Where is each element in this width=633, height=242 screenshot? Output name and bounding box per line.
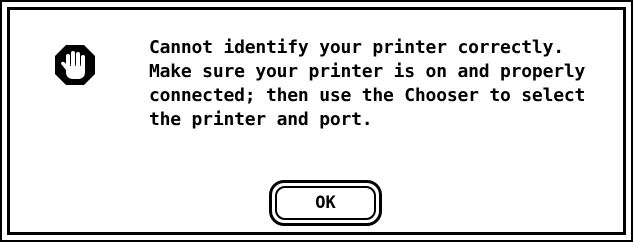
default-button-ring: OK — [269, 180, 382, 226]
alert-message: Cannot identify your printer correctly. … — [149, 36, 619, 132]
stop-hand-icon — [55, 45, 95, 85]
message-line: the printer and port. — [149, 109, 373, 130]
message-line: Cannot identify your printer correctly. — [149, 37, 564, 58]
ok-button[interactable]: OK — [275, 186, 376, 220]
alert-dialog: Cannot identify your printer correctly. … — [0, 0, 633, 242]
message-line: Make sure your printer is on and properl… — [149, 61, 586, 82]
message-line: connected; then use the Chooser to selec… — [149, 85, 586, 106]
